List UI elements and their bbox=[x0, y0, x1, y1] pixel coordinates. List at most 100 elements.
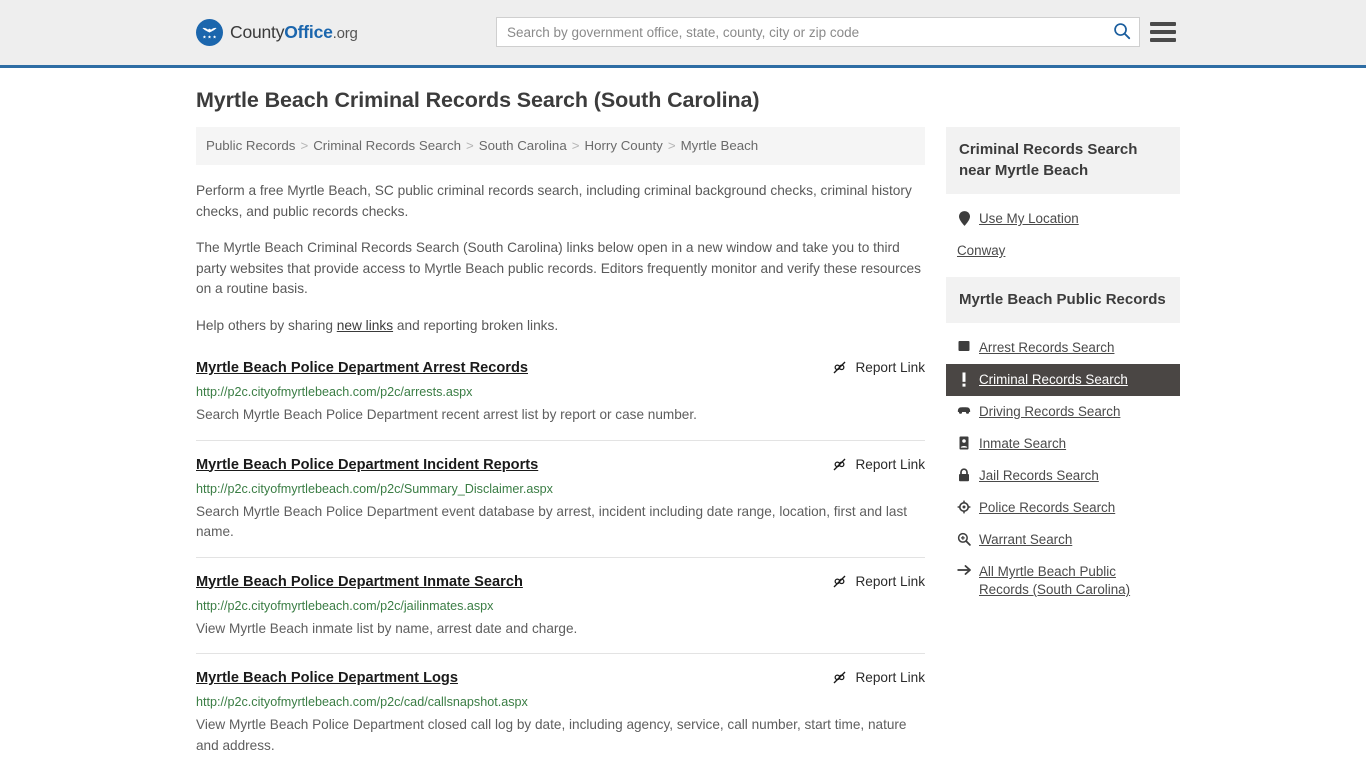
result-header: Myrtle Beach Police Department Incident … bbox=[196, 455, 925, 475]
intro-paragraph-1: Perform a free Myrtle Beach, SC public c… bbox=[196, 183, 912, 219]
sidebar-item-label[interactable]: Jail Records Search bbox=[979, 467, 1099, 485]
result-url: http://p2c.cityofmyrtlebeach.com/p2c/jai… bbox=[196, 598, 494, 613]
hamburger-menu-icon bbox=[1150, 30, 1176, 34]
sidebar-item-label[interactable]: Police Records Search bbox=[979, 499, 1115, 517]
hamburger-menu-button[interactable] bbox=[1150, 19, 1176, 45]
result-header: Myrtle Beach Police Department Inmate Se… bbox=[196, 572, 925, 592]
broken-link-icon bbox=[831, 359, 848, 376]
magnifier-plus-icon bbox=[957, 531, 971, 546]
sidebar-item-label[interactable]: Conway bbox=[957, 242, 1005, 260]
id-card-icon bbox=[957, 435, 971, 450]
sidebar-item-inmate-search[interactable]: Inmate Search bbox=[946, 428, 1180, 460]
badge-icon bbox=[957, 499, 971, 514]
sidebar-item-label[interactable]: All Myrtle Beach Public Records (South C… bbox=[979, 563, 1168, 599]
result-title-link[interactable]: Myrtle Beach Police Department Logs bbox=[196, 668, 819, 688]
lock-icon bbox=[957, 467, 971, 482]
sidebar-item-police-records-search[interactable]: Police Records Search bbox=[946, 492, 1180, 524]
sidebar-item-warrant-search[interactable]: Warrant Search bbox=[946, 524, 1180, 556]
breadcrumb-item-myrtle-beach[interactable]: Myrtle Beach bbox=[681, 138, 759, 153]
breadcrumb-separator: > bbox=[466, 138, 474, 153]
hamburger-menu-icon bbox=[1150, 38, 1176, 42]
page-title: Myrtle Beach Criminal Records Search (So… bbox=[196, 88, 760, 112]
main-column: Public Records > Criminal Records Search > S… bbox=[196, 127, 925, 768]
brand-part-office: Office bbox=[284, 22, 333, 42]
sidebar-item-conway[interactable]: Conway bbox=[946, 235, 1180, 267]
map-pin-icon bbox=[957, 210, 971, 226]
brand-part-org: .org bbox=[332, 25, 358, 42]
arrow-right-icon bbox=[957, 563, 971, 576]
site-header: CountyOffice.org bbox=[0, 0, 1366, 68]
result-header: Myrtle Beach Police Department Logs Repo… bbox=[196, 668, 925, 688]
sidebar-public-records-title: Myrtle Beach Public Records bbox=[946, 277, 1180, 323]
breadcrumb-item-public-records[interactable]: Public Records bbox=[206, 138, 295, 153]
site-logo[interactable]: CountyOffice.org bbox=[196, 19, 358, 46]
sidebar-item-label[interactable]: Criminal Records Search bbox=[979, 371, 1128, 389]
sidebar-item-label[interactable]: Arrest Records Search bbox=[979, 339, 1114, 357]
sidebar-item-arrest-records-search[interactable]: Arrest Records Search bbox=[946, 332, 1180, 364]
sidebar-item-all-public-records[interactable]: All Myrtle Beach Public Records (South C… bbox=[946, 556, 1180, 606]
intro-paragraph-2: The Myrtle Beach Criminal Records Search… bbox=[196, 240, 922, 296]
sidebar-item-use-my-location[interactable]: Use My Location bbox=[946, 203, 1180, 235]
sidebar-public-records-list: Arrest Records Search Criminal Records S… bbox=[946, 323, 1180, 606]
sidebar-item-label[interactable]: Use My Location bbox=[979, 210, 1079, 228]
result-url: http://p2c.cityofmyrtlebeach.com/p2c/cad… bbox=[196, 695, 528, 709]
eagle-shield-logo-icon bbox=[196, 19, 223, 46]
result-item: Myrtle Beach Police Department Logs Repo… bbox=[196, 668, 925, 768]
new-links-link[interactable]: new links bbox=[337, 318, 393, 333]
brand-part-county: County bbox=[230, 22, 285, 42]
intro-text-before: Help others by sharing bbox=[196, 317, 337, 333]
intro-paragraph-3: Help others by sharing new links and rep… bbox=[196, 316, 925, 337]
report-link-button[interactable]: Report Link bbox=[831, 455, 925, 473]
result-description: View Myrtle Beach inmate list by name, a… bbox=[196, 620, 578, 636]
report-link-label: Report Link bbox=[855, 573, 925, 589]
search-icon bbox=[1113, 22, 1131, 43]
sidebar-item-label[interactable]: Inmate Search bbox=[979, 435, 1066, 453]
result-item: Myrtle Beach Police Department Incident … bbox=[196, 455, 925, 558]
breadcrumb-item-criminal-records-search[interactable]: Criminal Records Search bbox=[313, 138, 461, 153]
hamburger-menu-icon bbox=[1150, 22, 1176, 26]
result-title-link[interactable]: Myrtle Beach Police Department Inmate Se… bbox=[196, 572, 819, 592]
sidebar-nearby-box: Criminal Records Search near Myrtle Beac… bbox=[946, 127, 1180, 267]
search-button[interactable] bbox=[1105, 18, 1139, 46]
result-url: http://p2c.cityofmyrtlebeach.com/p2c/arr… bbox=[196, 385, 473, 399]
sidebar: Criminal Records Search near Myrtle Beac… bbox=[946, 127, 1180, 616]
page-container: Myrtle Beach Criminal Records Search (So… bbox=[0, 68, 1366, 768]
car-icon bbox=[957, 403, 971, 415]
report-link-button[interactable]: Report Link bbox=[831, 358, 925, 376]
fingerprint-icon bbox=[957, 339, 971, 352]
result-item: Myrtle Beach Police Department Arrest Re… bbox=[196, 358, 925, 441]
exclamation-icon bbox=[957, 371, 971, 387]
sidebar-item-label[interactable]: Driving Records Search bbox=[979, 403, 1120, 421]
sidebar-item-criminal-records-search[interactable]: Criminal Records Search bbox=[946, 364, 1180, 396]
brand-wordmark: CountyOffice.org bbox=[230, 22, 358, 43]
result-url: http://p2c.cityofmyrtlebeach.com/p2c/Sum… bbox=[196, 481, 553, 496]
sidebar-item-driving-records-search[interactable]: Driving Records Search bbox=[946, 396, 1180, 428]
search-bar[interactable] bbox=[496, 17, 1140, 47]
results-list: Myrtle Beach Police Department Arrest Re… bbox=[196, 358, 925, 768]
search-input[interactable] bbox=[497, 18, 1105, 46]
sidebar-item-jail-records-search[interactable]: Jail Records Search bbox=[946, 460, 1180, 492]
result-description: Search Myrtle Beach Police Department ev… bbox=[196, 503, 908, 540]
sidebar-public-records-box: Myrtle Beach Public Records Arrest Recor… bbox=[946, 277, 1180, 606]
breadcrumb: Public Records > Criminal Records Search > S… bbox=[196, 127, 925, 165]
sidebar-nearby-list: Use My Location Conway bbox=[946, 194, 1180, 267]
report-link-label: Report Link bbox=[855, 456, 925, 472]
breadcrumb-item-horry-county[interactable]: Horry County bbox=[585, 138, 663, 153]
result-title-link[interactable]: Myrtle Beach Police Department Arrest Re… bbox=[196, 358, 819, 378]
broken-link-icon bbox=[831, 669, 848, 686]
report-link-label: Report Link bbox=[855, 360, 925, 375]
report-link-label: Report Link bbox=[855, 670, 925, 685]
result-item: Myrtle Beach Police Department Inmate Se… bbox=[196, 572, 925, 654]
breadcrumb-separator: > bbox=[571, 138, 580, 153]
report-link-button[interactable]: Report Link bbox=[831, 668, 925, 686]
sidebar-item-label[interactable]: Warrant Search bbox=[979, 531, 1072, 549]
content-columns: Public Records > Criminal Records Search > S… bbox=[196, 127, 1180, 768]
broken-link-icon bbox=[831, 456, 848, 473]
report-link-button[interactable]: Report Link bbox=[831, 572, 925, 590]
intro-text-after: and reporting broken links. bbox=[393, 317, 559, 333]
breadcrumb-item-south-carolina[interactable]: South Carolina bbox=[479, 138, 567, 153]
breadcrumb-separator: > bbox=[667, 138, 676, 153]
result-title-link[interactable]: Myrtle Beach Police Department Incident … bbox=[196, 455, 819, 475]
result-description: View Myrtle Beach Police Department clos… bbox=[196, 717, 907, 753]
breadcrumb-separator: > bbox=[300, 138, 309, 153]
